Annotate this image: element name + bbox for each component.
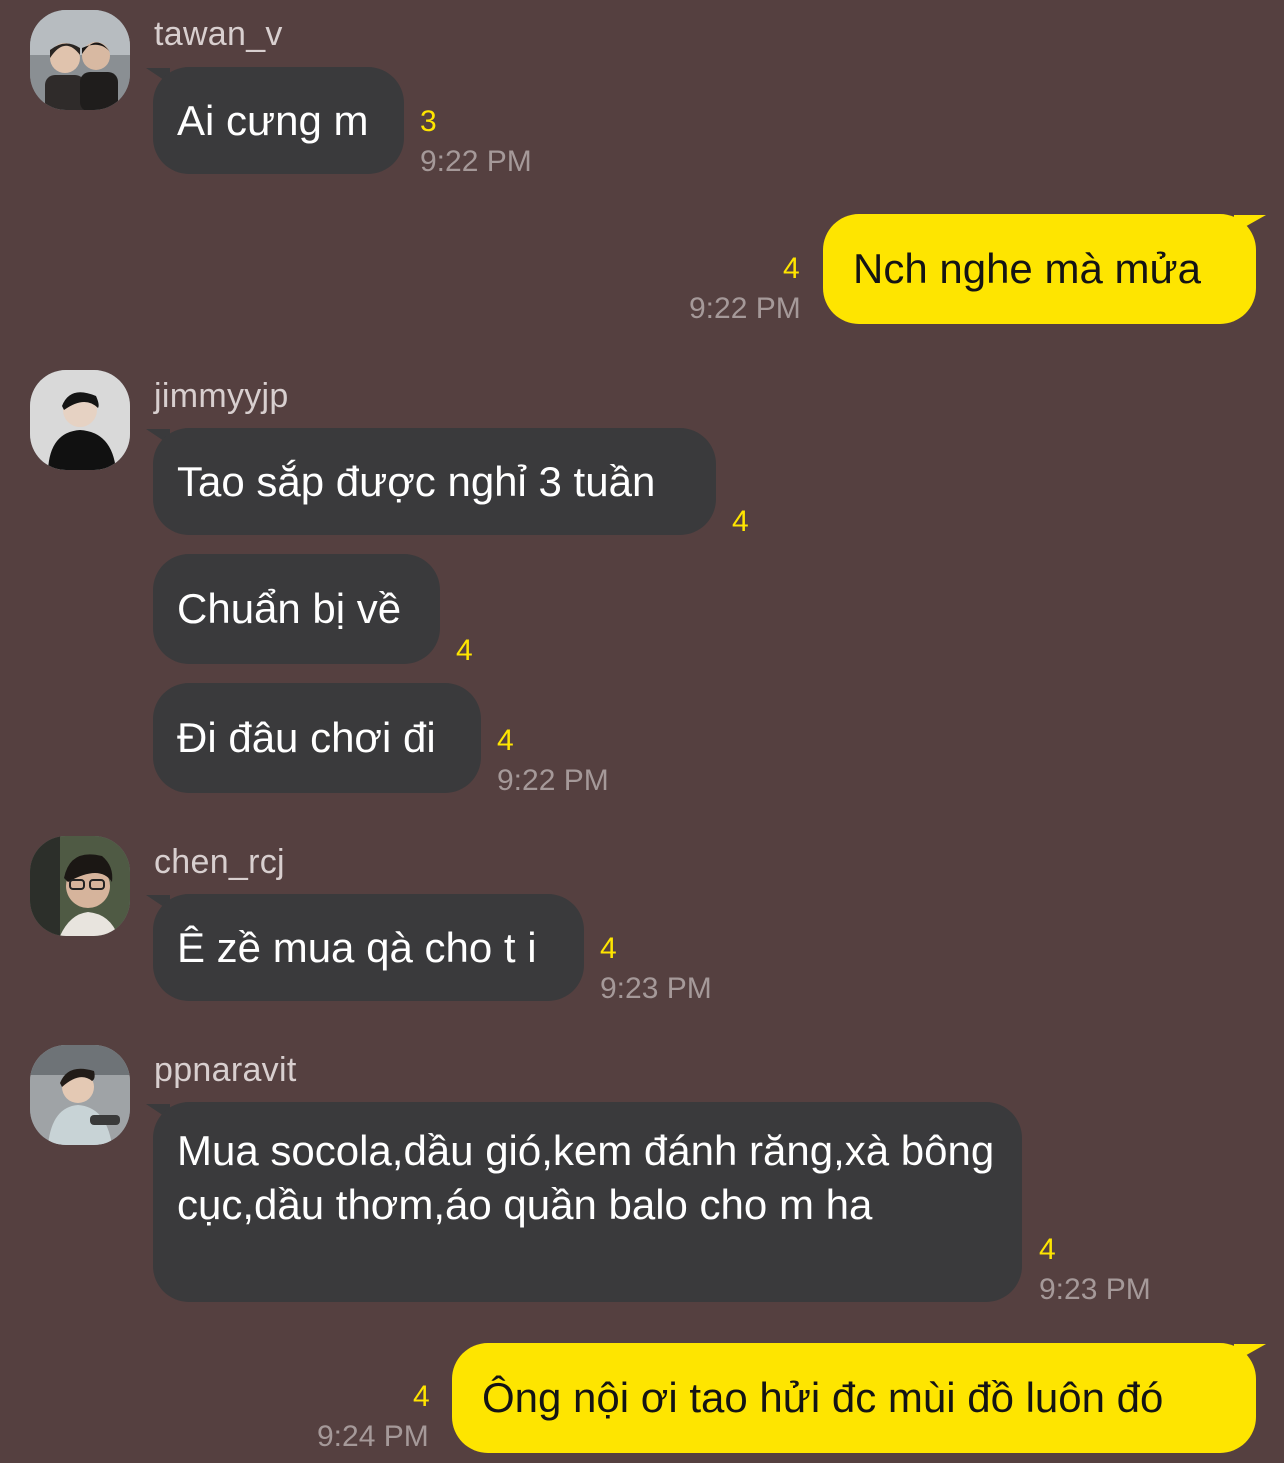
message-bubble[interactable]: Ê zề mua qà cho t i <box>153 894 584 1001</box>
sender-name: tawan_v <box>154 15 283 53</box>
timestamp: 9:24 PM <box>317 1420 429 1453</box>
message-bubble[interactable]: Ai cưng m <box>153 67 404 174</box>
timestamp: 9:22 PM <box>689 292 801 325</box>
profile-photo-icon <box>30 836 130 936</box>
unread-count: 4 <box>732 505 749 538</box>
sender-name: ppnaravit <box>154 1051 297 1089</box>
message-bubble[interactable]: Đi đâu chơi đi <box>153 683 481 793</box>
timestamp: 9:22 PM <box>420 145 532 178</box>
avatar-chen-rcj[interactable] <box>30 836 130 936</box>
unread-count: 4 <box>413 1380 430 1413</box>
avatar-jimmyyjp[interactable] <box>30 370 130 470</box>
profile-photo-icon <box>30 1045 130 1145</box>
avatar-tawan-v[interactable] <box>30 10 130 110</box>
profile-photo-icon <box>30 10 130 110</box>
unread-count: 4 <box>456 634 473 667</box>
sender-name: chen_rcj <box>154 843 285 881</box>
message-bubble[interactable]: Tao sắp được nghỉ 3 tuần <box>153 428 716 535</box>
timestamp: 9:23 PM <box>1039 1273 1151 1306</box>
unread-count: 4 <box>783 252 800 285</box>
message-bubble[interactable]: Nch nghe mà mửa <box>823 214 1256 324</box>
message-bubble[interactable]: Ông nội ơi tao hửi đc mùi đồ luôn đó <box>452 1343 1256 1453</box>
unread-count: 3 <box>420 105 437 138</box>
profile-photo-icon <box>30 370 130 470</box>
message-bubble[interactable]: Mua socola,dầu gió,kem đánh răng,xà bông… <box>153 1102 1022 1302</box>
timestamp: 9:22 PM <box>497 764 609 797</box>
timestamp: 9:23 PM <box>600 972 712 1005</box>
avatar-ppnaravit[interactable] <box>30 1045 130 1145</box>
message-bubble[interactable]: Chuẩn bị về <box>153 554 440 664</box>
sender-name: jimmyyjp <box>154 377 289 415</box>
unread-count: 4 <box>497 724 514 757</box>
unread-count: 4 <box>1039 1233 1056 1266</box>
unread-count: 4 <box>600 932 617 965</box>
